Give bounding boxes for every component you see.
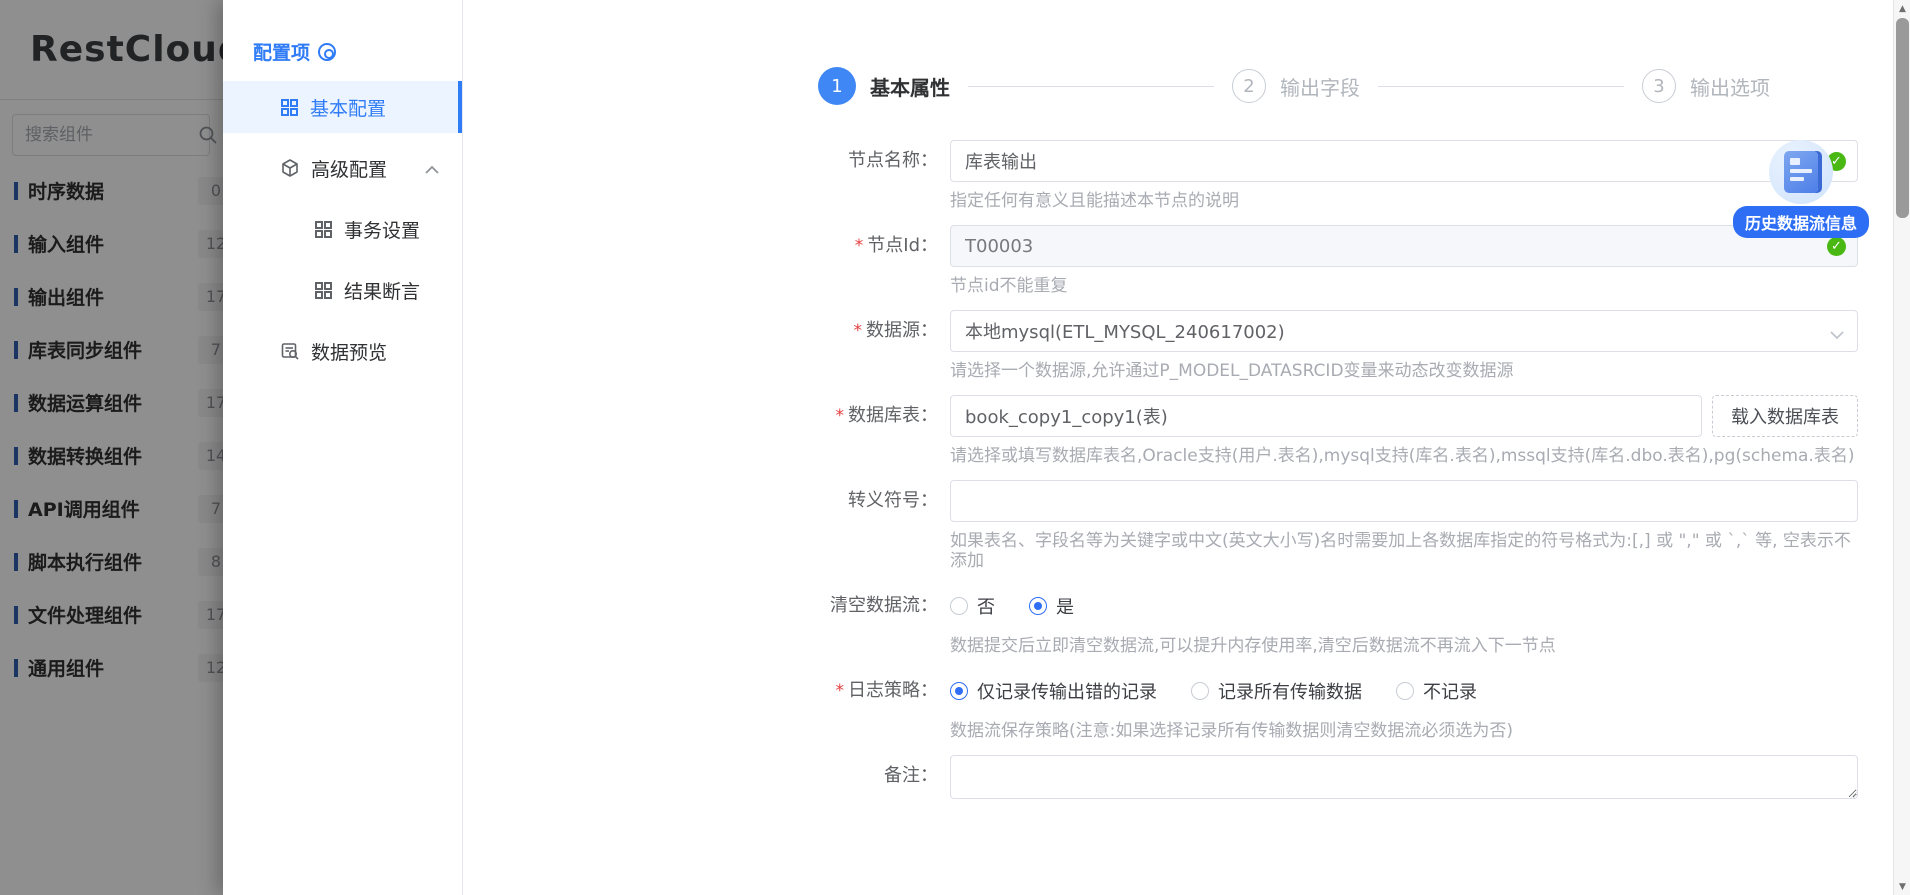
document-list-icon [1784, 151, 1818, 193]
form-row-clear-stream: 清空数据流： 否 是 数据提交后立即清空数据流,可以提升内存使用率,清空后数据流… [780, 585, 1870, 656]
form-row-remark: 备注： [780, 755, 1870, 803]
vertical-scrollbar[interactable]: ▲ ▼ [1893, 0, 1910, 895]
chevron-up-icon [425, 157, 439, 179]
config-nav-title: 配置项 [223, 38, 462, 65]
document-search-icon [281, 342, 299, 360]
step-output-fields: 2 输出字段 [1232, 69, 1360, 103]
clear-stream-option-yes[interactable]: 是 [1029, 593, 1074, 619]
nav-item-data-preview[interactable]: 数据预览 [223, 325, 462, 377]
datasource-helper: 请选择一个数据源,允许通过P_MODEL_DATASRCID变量来动态改变数据源 [950, 361, 1858, 381]
radio-unchecked-icon [950, 597, 968, 615]
radio-checked-icon [950, 682, 968, 700]
basic-config-form: 节点名称： ✓ 指定任何有意义且能描述本节点的说明 *节点Id： ✓ 节点id不… [780, 140, 1870, 817]
step-output-options: 3 输出选项 [1642, 69, 1770, 103]
form-row-log-policy: *日志策略： 仅记录传输出错的记录 记录所有传输数据 不记录 [780, 670, 1870, 741]
step-number: 2 [1232, 69, 1266, 103]
grid-icon [315, 221, 332, 238]
node-config-modal: 配置项 基本配置 高级配置 事务设置 [223, 0, 1910, 895]
radio-option-label: 否 [977, 593, 995, 619]
form-row-escape-symbol: 转义符号： 如果表名、字段名等为关键字或中文(英文大小写)名时需要加上各数据库指… [780, 480, 1870, 571]
history-dataflow-widget: 历史数据流信息 [1726, 140, 1876, 238]
config-title-text: 配置项 [253, 38, 310, 65]
nav-item-label: 数据预览 [311, 338, 387, 365]
form-row-node-id: *节点Id： ✓ 节点id不能重复 [780, 225, 1870, 296]
required-mark: * [836, 406, 845, 426]
step-label: 输出选项 [1690, 72, 1770, 101]
db-table-input[interactable] [950, 395, 1702, 437]
scrollbar-thumb[interactable] [1896, 18, 1909, 218]
node-id-helper: 节点id不能重复 [950, 276, 1858, 296]
clear-stream-helper: 数据提交后立即清空数据流,可以提升内存使用率,清空后数据流不再流入下一节点 [950, 636, 1858, 656]
step-number: 1 [818, 67, 856, 105]
steps-bar: 1 基本属性 2 输出字段 3 输出选项 [818, 62, 1770, 110]
escape-symbol-helper: 如果表名、字段名等为关键字或中文(英文大小写)名时需要加上各数据库指定的符号格式… [950, 531, 1858, 571]
grid-icon [281, 99, 298, 116]
nav-item-label: 结果断言 [344, 277, 420, 304]
required-mark: * [836, 681, 845, 701]
escape-symbol-input[interactable] [950, 480, 1858, 522]
log-policy-label: *日志策略： [780, 670, 950, 741]
clear-stream-option-no[interactable]: 否 [950, 593, 995, 619]
node-name-input[interactable] [950, 140, 1858, 182]
modal-backdrop [0, 0, 240, 895]
log-policy-option-all-data[interactable]: 记录所有传输数据 [1191, 678, 1362, 704]
datasource-selected-value: 本地mysql(ETL_MYSQL_240617002) [965, 318, 1285, 344]
nav-item-advanced-config[interactable]: 高级配置 [223, 142, 462, 194]
log-policy-helper: 数据流保存策略(注意:如果选择记录所有传输数据则清空数据流必须选为否) [950, 721, 1858, 741]
scroll-down-arrow-icon[interactable]: ▼ [1894, 878, 1910, 895]
step-label: 基本属性 [870, 72, 950, 101]
radio-option-label: 仅记录传输出错的记录 [977, 678, 1157, 704]
nav-item-result-assert[interactable]: 结果断言 [223, 264, 462, 316]
required-mark: * [854, 321, 863, 341]
history-dataflow-button[interactable]: 历史数据流信息 [1733, 206, 1869, 238]
db-table-label: *数据库表： [780, 395, 950, 466]
settings-gear-icon [318, 43, 336, 61]
step-label: 输出字段 [1280, 72, 1360, 101]
radio-unchecked-icon [1191, 682, 1209, 700]
radio-unchecked-icon [1396, 682, 1414, 700]
step-connector [1378, 86, 1624, 87]
node-name-helper: 指定任何有意义且能描述本节点的说明 [950, 191, 1858, 211]
scroll-up-arrow-icon[interactable]: ▲ [1894, 0, 1910, 17]
node-id-input [950, 225, 1858, 267]
radio-checked-icon [1029, 597, 1047, 615]
step-connector [968, 86, 1214, 87]
radio-option-label: 记录所有传输数据 [1218, 678, 1362, 704]
nav-item-label: 事务设置 [344, 216, 420, 243]
node-id-label: *节点Id： [780, 225, 950, 296]
datasource-label: *数据源： [780, 310, 950, 381]
remark-textarea[interactable] [950, 755, 1858, 799]
remark-label: 备注： [780, 755, 950, 803]
datasource-select[interactable]: 本地mysql(ETL_MYSQL_240617002) [950, 310, 1858, 352]
clear-stream-label: 清空数据流： [780, 585, 950, 656]
form-row-datasource: *数据源： 本地mysql(ETL_MYSQL_240617002) 请选择一个… [780, 310, 1870, 381]
load-db-table-button[interactable]: 载入数据库表 [1712, 395, 1858, 437]
grid-icon [315, 282, 332, 299]
radio-option-label: 是 [1056, 593, 1074, 619]
nav-item-transaction-settings[interactable]: 事务设置 [223, 203, 462, 255]
form-row-db-table: *数据库表： 载入数据库表 请选择或填写数据库表名,Oracle支持(用户.表名… [780, 395, 1870, 466]
db-table-helper: 请选择或填写数据库表名,Oracle支持(用户.表名),mysql支持(库名.表… [950, 446, 1858, 466]
log-policy-option-errors-only[interactable]: 仅记录传输出错的记录 [950, 678, 1157, 704]
nav-item-label: 基本配置 [310, 94, 386, 121]
log-policy-option-none[interactable]: 不记录 [1396, 678, 1477, 704]
step-basic-attributes: 1 基本属性 [818, 67, 950, 105]
form-row-node-name: 节点名称： ✓ 指定任何有意义且能描述本节点的说明 [780, 140, 1870, 211]
chevron-down-icon [1830, 325, 1844, 344]
valid-check-icon: ✓ [1827, 237, 1846, 256]
step-number: 3 [1642, 69, 1676, 103]
node-name-label: 节点名称： [780, 140, 950, 211]
radio-option-label: 不记录 [1423, 678, 1477, 704]
cube-icon [281, 159, 299, 177]
config-nav-panel: 配置项 基本配置 高级配置 事务设置 [223, 0, 463, 895]
required-mark: * [855, 236, 864, 256]
nav-item-label: 高级配置 [311, 155, 387, 182]
nav-item-basic-config[interactable]: 基本配置 [223, 81, 462, 133]
escape-symbol-label: 转义符号： [780, 480, 950, 571]
history-dataflow-icon[interactable] [1769, 140, 1833, 204]
